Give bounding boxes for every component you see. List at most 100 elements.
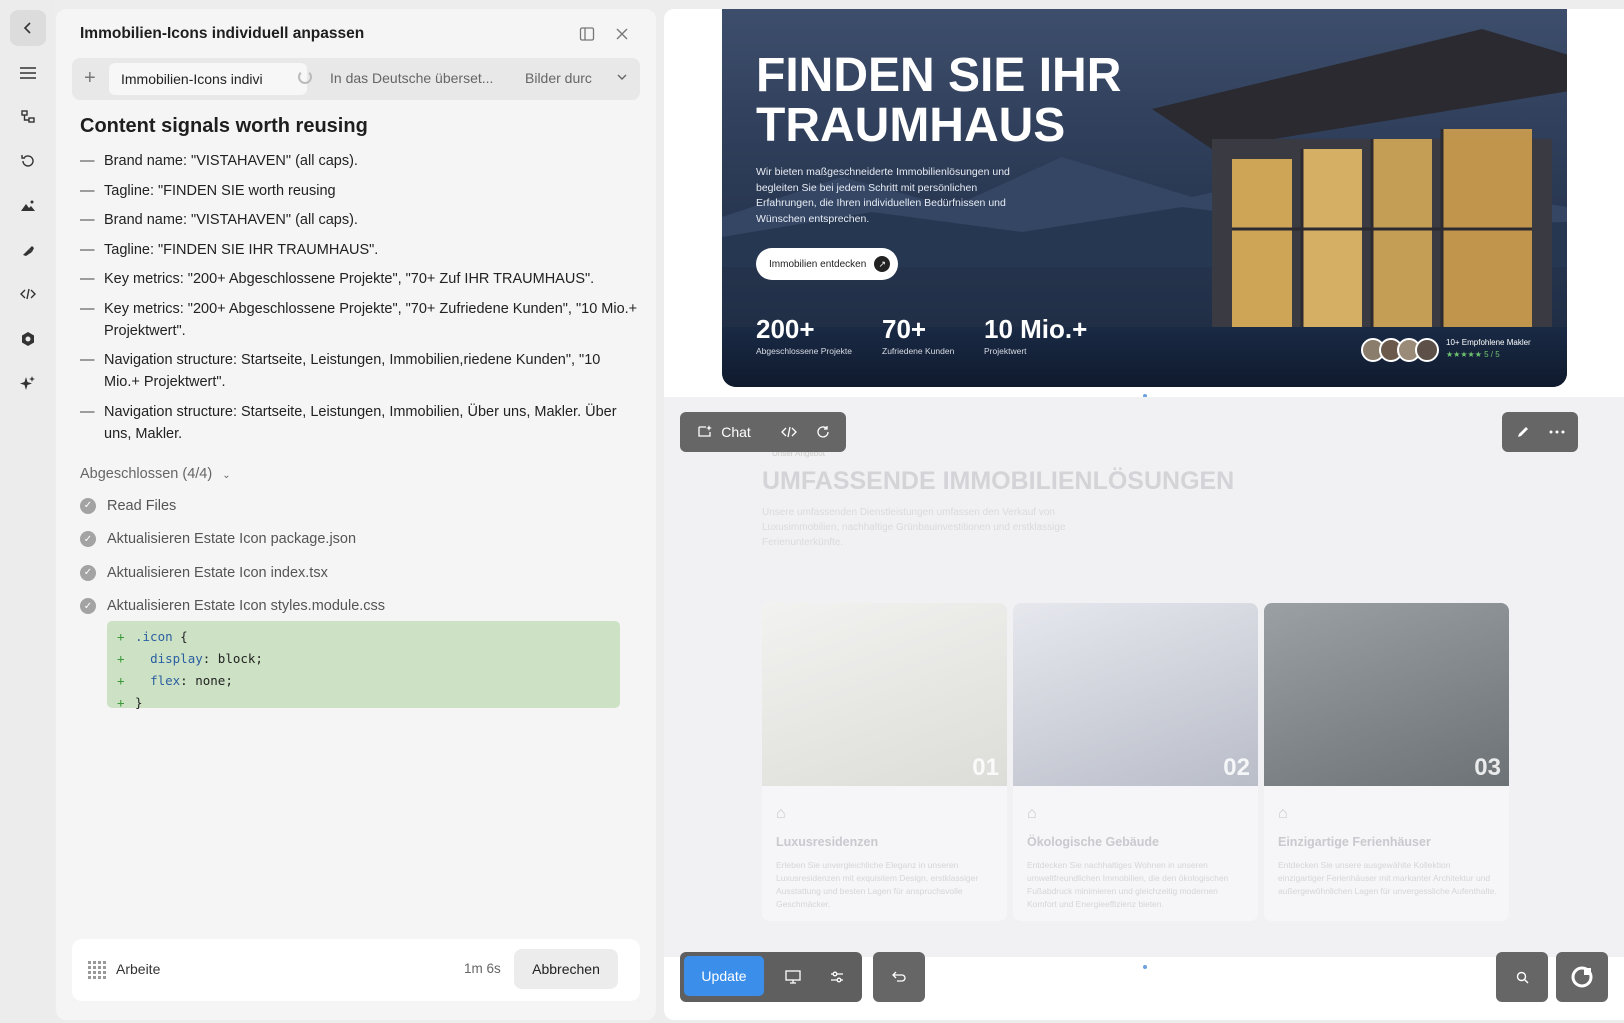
list-item: Navigation structure: Startseite, Leistu…	[80, 349, 640, 393]
hero-banner: FINDEN SIE IHR TRAUMHAUS Wir bieten maßg…	[722, 9, 1567, 387]
step-label: Aktualisieren Estate Icon package.json	[107, 531, 357, 548]
code-brace: {	[172, 629, 188, 644]
undo-button[interactable]	[873, 952, 925, 1002]
section-description: Unsere umfassenden Dienstleistungen umfa…	[762, 507, 1066, 548]
completed-toggle[interactable]: Abgeschlossen (4/4) ⌄	[80, 466, 231, 482]
tree-icon[interactable]	[10, 99, 46, 135]
code-icon[interactable]	[774, 412, 804, 452]
card-image: 01	[762, 603, 1007, 786]
steps-list: ✓ Read Files ✓ Aktualisieren Estate Icon…	[80, 489, 385, 623]
home-icon: ⌂	[776, 805, 786, 822]
more-icon[interactable]	[1542, 412, 1572, 452]
list-item: Tagline: "FINDEN SIE worth reusing	[80, 180, 640, 202]
code-prop: display	[150, 651, 203, 666]
back-icon[interactable]	[10, 10, 46, 46]
list-item: Key metrics: "200+ Abgeschlossene Projek…	[80, 298, 640, 342]
code-selector: .icon	[135, 629, 173, 644]
card-image: 03	[1264, 603, 1509, 786]
close-icon[interactable]	[611, 23, 633, 45]
step-label: Aktualisieren Estate Icon index.tsx	[107, 564, 328, 581]
card-number: 01	[972, 754, 999, 781]
list-item: Tagline: "FINDEN SIE IHR TRAUMHAUS".	[80, 239, 640, 261]
card-number: 03	[1474, 754, 1501, 781]
list-item: Brand name: "VISTAHAVEN" (all caps).	[80, 209, 640, 231]
status-footer: Arbeite 1m 6s Abbrechen	[72, 939, 640, 1001]
chat-tabs: + Immobilien-Icons indivi In das Deutsch…	[72, 58, 640, 100]
sparkle-icon[interactable]	[10, 365, 46, 401]
card-title: Einzigartige Ferienhäuser	[1278, 835, 1431, 849]
sliders-icon[interactable]	[820, 952, 854, 1002]
search-icon	[1496, 952, 1548, 1002]
contrast-icon	[1556, 952, 1608, 1002]
stat-projects: 200+ Abgeschlossene Projekte	[756, 314, 852, 356]
chat-button[interactable]: Chat	[688, 412, 760, 452]
settings-icon[interactable]	[10, 321, 46, 357]
panel-title: Immobilien-Icons individuell anpassen	[80, 25, 365, 42]
stat-value-total: 10 Mio.+ Projektwert	[984, 314, 1087, 356]
bottom-toolbar: Update	[680, 952, 862, 1002]
pencil-icon[interactable]	[1508, 412, 1538, 452]
discover-label: Immobilien entdecken	[769, 258, 867, 270]
house-image	[1152, 29, 1567, 339]
refresh-icon[interactable]	[808, 412, 838, 452]
section-title: UMFASSENDE IMMOBILIENLÖSUNGEN	[762, 467, 1235, 495]
tab-bilder[interactable]: Bilder durc	[525, 70, 597, 86]
stat-value: 200+	[756, 314, 815, 344]
stat-label: Projektwert	[984, 346, 1027, 356]
card-number: 02	[1223, 754, 1250, 781]
history-icon[interactable]	[10, 143, 46, 179]
code-brace: }	[135, 695, 143, 710]
edit-toolbar	[1502, 412, 1578, 452]
chevron-down-icon[interactable]	[616, 70, 628, 86]
stat-label: Abgeschlossene Projekte	[756, 346, 852, 356]
service-card[interactable]: 01 ⌂ Luxusresidenzen Erleben Sie unvergl…	[762, 603, 1007, 921]
star-rating: ★★★★★ 5 / 5	[1446, 350, 1500, 359]
avatar	[1415, 338, 1439, 362]
discover-button[interactable]: Immobilien entdecken ↗	[756, 248, 899, 280]
add-tab-icon[interactable]: +	[84, 67, 96, 90]
step-item: ✓ Aktualisieren Estate Icon styles.modul…	[80, 590, 385, 624]
theme-button[interactable]	[1556, 952, 1608, 1002]
cancel-button[interactable]: Abbrechen	[514, 949, 618, 989]
service-card[interactable]: 02 ⌂ Ökologische Gebäude Entdecken Sie n…	[1013, 603, 1258, 921]
list-item: Brand name: "VISTAHAVEN" (all caps).	[80, 150, 640, 172]
status-text: Arbeite	[116, 961, 161, 977]
code-diff: + .icon { + display: block; + flex: none;…	[107, 621, 620, 710]
stat-value: 70+	[882, 314, 927, 344]
sidebar-toggle-icon[interactable]	[576, 23, 598, 45]
stat-value: 10 Mio.+	[984, 314, 1088, 344]
tab-uebersetzen[interactable]: In das Deutsche überset...	[330, 70, 495, 86]
reviews: 10+ Empfohlene Makler ★★★★★ 5 / 5	[1446, 338, 1531, 359]
desktop-icon[interactable]	[776, 952, 810, 1002]
check-icon: ✓	[80, 564, 96, 581]
code-prop: flex	[150, 673, 181, 688]
check-icon: ✓	[80, 531, 96, 548]
search-button[interactable]	[1496, 952, 1548, 1002]
code-icon[interactable]	[10, 276, 46, 312]
chat-panel: Immobilien-Icons individuell anpassen + …	[56, 9, 656, 1020]
step-item: ✓ Read Files	[80, 489, 385, 523]
left-rail	[0, 0, 55, 1023]
card-title: Luxusresidenzen	[776, 835, 879, 849]
update-button[interactable]: Update	[684, 956, 764, 996]
undo-icon	[873, 952, 925, 1002]
code-val: : block;	[202, 651, 263, 666]
card-description: Erleben Sie unvergleichliche Eleganz in …	[776, 860, 979, 909]
brush-icon[interactable]	[10, 232, 46, 268]
service-card[interactable]: 03 ⌂ Einzigartige Ferienhäuser Entdecken…	[1264, 603, 1509, 921]
bullet-list: Brand name: "VISTAHAVEN" (all caps). Tag…	[80, 150, 640, 452]
card-description: Entdecken Sie nachhaltiges Wohnen in uns…	[1027, 860, 1229, 909]
hero-title: FINDEN SIE IHR TRAUMHAUS	[756, 49, 1122, 152]
agent-avatars	[1361, 338, 1439, 362]
check-icon: ✓	[80, 497, 96, 514]
stat-label: Zufriedene Kunden	[882, 346, 955, 356]
menu-icon[interactable]	[10, 55, 46, 91]
list-item: Navigation structure: Startseite, Leistu…	[80, 401, 640, 445]
reviews-label: 10+ Empfohlene Makler	[1446, 338, 1531, 347]
tab-immobilien-icons[interactable]: Immobilien-Icons indivi	[109, 63, 307, 95]
step-item: ✓ Aktualisieren Estate Icon index.tsx	[80, 556, 385, 590]
step-label: Aktualisieren Estate Icon styles.module.…	[107, 598, 386, 615]
image-icon[interactable]	[10, 188, 46, 224]
selection-handle[interactable]	[1143, 965, 1147, 969]
hero-description: Wir bieten maßgeschneiderte Immobilienlö…	[756, 166, 1010, 225]
